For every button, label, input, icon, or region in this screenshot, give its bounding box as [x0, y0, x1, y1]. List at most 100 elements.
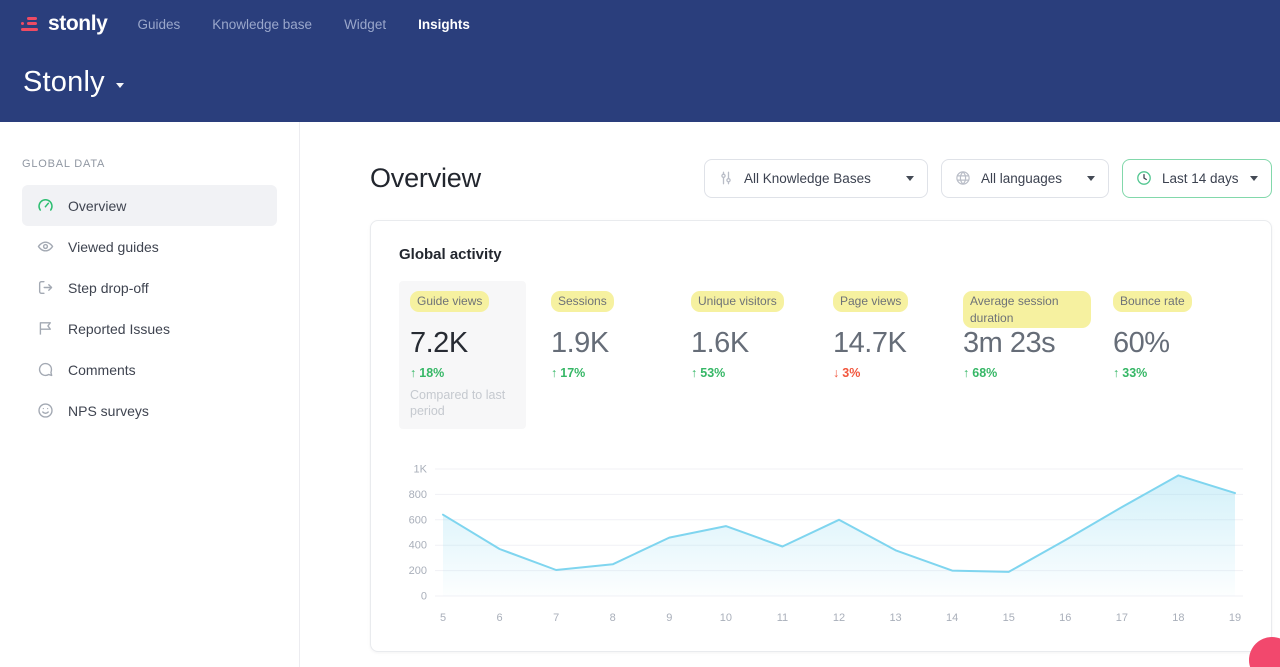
- arrow-up-icon: ↑: [410, 366, 416, 380]
- nav-item-insights[interactable]: Insights: [418, 17, 470, 32]
- globe-icon: [955, 170, 971, 186]
- metric-label-highlight: Average session duration: [963, 291, 1091, 328]
- arrow-up-icon: ↑: [551, 366, 557, 380]
- svg-text:400: 400: [409, 540, 427, 552]
- flag-icon: [37, 320, 54, 337]
- metric-delta-value: 3%: [842, 366, 860, 380]
- nav-item-widget[interactable]: Widget: [344, 17, 386, 32]
- metric-value: 7.2K: [410, 328, 515, 359]
- metrics-row: Guide views 7.2K ↑18% Compared to last peri…: [399, 281, 1243, 429]
- metric-note: Compared to last period: [410, 387, 512, 419]
- sidebar-item-viewed-guides[interactable]: Viewed guides: [22, 226, 277, 267]
- sidebar-item-label: NPS surveys: [68, 403, 149, 419]
- svg-text:600: 600: [409, 514, 427, 526]
- metric-guide-views[interactable]: Guide views 7.2K ↑18% Compared to last peri…: [399, 281, 526, 429]
- metric-value: 3m 23s: [963, 328, 1091, 359]
- svg-text:17: 17: [1116, 612, 1128, 624]
- svg-text:14: 14: [946, 612, 958, 624]
- filter-all-languages[interactable]: All languages: [941, 159, 1109, 198]
- main-content: Overview All Knowledge Bases All language…: [300, 122, 1280, 667]
- global-activity-card: Global activity Guide views7.2K↑18%Compa…: [370, 220, 1272, 652]
- nav-item-guides[interactable]: Guides: [137, 17, 180, 32]
- sidebar-item-overview[interactable]: Overview: [22, 185, 277, 226]
- svg-text:12: 12: [833, 612, 845, 624]
- metric-bounce-rate[interactable]: Bounce rate 60% ↑33%: [1102, 281, 1232, 429]
- sidebar-item-step-drop-off[interactable]: Step drop-off: [22, 267, 277, 308]
- svg-text:19: 19: [1229, 612, 1241, 624]
- smiley-icon: [37, 402, 54, 419]
- metric-delta-value: 68%: [972, 366, 997, 380]
- sidebar-item-nps-surveys[interactable]: NPS surveys: [22, 390, 277, 431]
- filter-label: All Knowledge Bases: [744, 171, 871, 186]
- app-header: stonly Guides Knowledge base Widget Insight…: [0, 0, 1280, 122]
- sidebar-item-label: Reported Issues: [68, 321, 170, 337]
- global-activity-chart: 1K80060040020005678910111213141516171819: [399, 439, 1243, 631]
- svg-text:9: 9: [666, 612, 672, 624]
- top-nav: Guides Knowledge base Widget Insights: [137, 17, 469, 32]
- metric-label-highlight: Page views: [833, 291, 908, 312]
- sidebar-item-label: Comments: [68, 362, 136, 378]
- sliders-icon: [718, 170, 734, 186]
- svg-text:6: 6: [497, 612, 503, 624]
- area-chart-svg: 1K80060040020005678910111213141516171819: [399, 439, 1245, 631]
- metric-value: 14.7K: [833, 328, 941, 359]
- filter-label: All languages: [981, 171, 1062, 186]
- svg-text:13: 13: [889, 612, 901, 624]
- metric-delta: ↑53%: [691, 366, 811, 380]
- svg-text:15: 15: [1003, 612, 1015, 624]
- arrow-up-icon: ↑: [963, 366, 969, 380]
- svg-text:5: 5: [440, 612, 446, 624]
- metric-delta-value: 53%: [700, 366, 725, 380]
- metric-label-highlight: Bounce rate: [1113, 291, 1192, 312]
- metric-delta: ↑33%: [1113, 366, 1221, 380]
- workspace-selector[interactable]: Stonly: [0, 42, 124, 99]
- metric-average-session-duration[interactable]: Average session duration3m 23s ↑68%: [952, 281, 1102, 429]
- clock-icon: [1136, 170, 1152, 186]
- sidebar: GLOBAL DATA Overview Viewed guides Step dr…: [0, 122, 300, 667]
- metric-label-highlight: Sessions: [551, 291, 614, 312]
- metric-sessions[interactable]: Sessions 1.9K ↑17%: [540, 281, 680, 429]
- step-dropoff-icon: [37, 279, 54, 296]
- sidebar-item-label: Viewed guides: [68, 239, 159, 255]
- caret-down-icon: [1087, 176, 1095, 181]
- sidebar-item-reported-issues[interactable]: Reported Issues: [22, 308, 277, 349]
- svg-text:8: 8: [610, 612, 616, 624]
- metric-label-highlight: Unique visitors: [691, 291, 784, 312]
- gauge-icon: [37, 197, 54, 214]
- metric-value: 1.9K: [551, 328, 669, 359]
- eye-icon: [37, 238, 54, 255]
- metric-label-highlight: Guide views: [410, 291, 489, 312]
- stonly-logo[interactable]: stonly: [20, 12, 107, 36]
- page-title: Overview: [370, 163, 481, 194]
- metric-delta: ↑18%: [410, 366, 515, 380]
- caret-down-icon: [1250, 176, 1258, 181]
- sidebar-item-label: Step drop-off: [68, 280, 149, 296]
- svg-text:7: 7: [553, 612, 559, 624]
- svg-text:0: 0: [421, 591, 427, 603]
- svg-text:18: 18: [1172, 612, 1184, 624]
- sidebar-nav: Overview Viewed guides Step drop-off Report…: [0, 185, 299, 431]
- nav-item-knowledge-base[interactable]: Knowledge base: [212, 17, 312, 32]
- metric-delta: ↑68%: [963, 366, 1091, 380]
- metric-delta: ↑17%: [551, 366, 669, 380]
- svg-text:10: 10: [720, 612, 732, 624]
- metric-delta-value: 33%: [1122, 366, 1147, 380]
- sidebar-item-comments[interactable]: Comments: [22, 349, 277, 390]
- metric-delta: ↓3%: [833, 366, 941, 380]
- filter-all-knowledge-bases[interactable]: All Knowledge Bases: [704, 159, 928, 198]
- metric-unique-visitors[interactable]: Unique visitors 1.6K ↑53%: [680, 281, 822, 429]
- svg-text:1K: 1K: [414, 464, 428, 476]
- metric-value: 60%: [1113, 328, 1221, 359]
- filter-last-14-days[interactable]: Last 14 days: [1122, 159, 1272, 198]
- sidebar-section-label: GLOBAL DATA: [22, 158, 277, 170]
- stonly-logo-icon: [20, 17, 41, 32]
- metric-page-views[interactable]: Page views 14.7K ↓3%: [822, 281, 952, 429]
- arrow-up-icon: ↑: [691, 366, 697, 380]
- filters: All Knowledge Bases All languages Last 14 …: [704, 159, 1272, 198]
- sidebar-item-label: Overview: [68, 198, 126, 214]
- metric-value: 1.6K: [691, 328, 811, 359]
- svg-text:200: 200: [409, 565, 427, 577]
- stonly-logo-text: stonly: [48, 12, 107, 36]
- svg-text:800: 800: [409, 489, 427, 501]
- caret-down-icon: [116, 83, 124, 88]
